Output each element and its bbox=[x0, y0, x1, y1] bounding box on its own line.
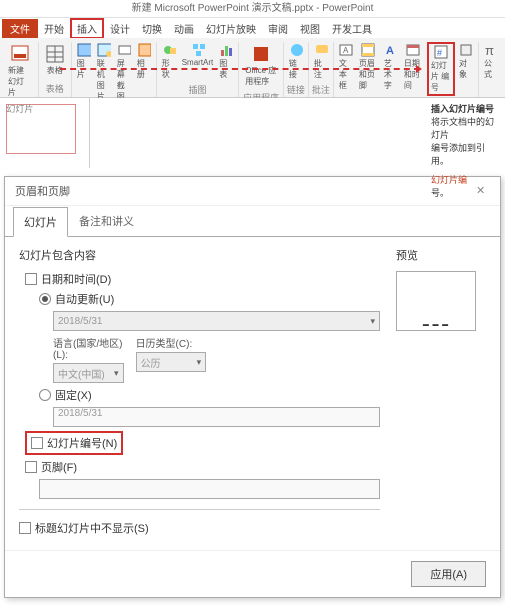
tab-design[interactable]: 设计 bbox=[104, 19, 136, 38]
link-button[interactable]: 链接 bbox=[287, 42, 305, 81]
link-icon bbox=[289, 43, 303, 57]
auto-update-label: 自动更新(U) bbox=[55, 291, 114, 307]
comment-icon bbox=[314, 43, 328, 57]
object-button[interactable]: 对象 bbox=[457, 42, 475, 96]
tutorial-arrow bbox=[60, 68, 420, 70]
dialog-title: 页眉和页脚 bbox=[15, 183, 70, 199]
header-footer-dialog: 页眉和页脚 ✕ 幻灯片 备注和讲义 幻灯片包含内容 日期和时间(D) 自动更新(… bbox=[4, 176, 501, 598]
pictures-button[interactable]: 图片 bbox=[75, 42, 93, 103]
auto-update-radio[interactable] bbox=[39, 293, 51, 305]
header-footer-icon bbox=[361, 43, 375, 57]
ribbon-tabs: 文件 开始 插入 设计 切换 动画 幻灯片放映 审阅 视图 开发工具 bbox=[0, 18, 505, 38]
online-picture-icon bbox=[97, 43, 111, 57]
chart-icon bbox=[219, 43, 233, 57]
footer-label: 页脚(F) bbox=[41, 459, 77, 475]
tab-dev[interactable]: 开发工具 bbox=[326, 19, 378, 38]
fixed-radio[interactable] bbox=[39, 389, 51, 401]
svg-text:A: A bbox=[386, 45, 394, 57]
tab-slide[interactable]: 幻灯片 bbox=[13, 207, 68, 237]
screenshot-icon bbox=[117, 43, 131, 57]
language-combo[interactable]: 中文(中国) bbox=[53, 363, 124, 383]
section-label: 幻灯片包含内容 bbox=[19, 247, 380, 263]
shapes-button[interactable]: 形状 bbox=[160, 42, 178, 81]
language-label: 语言(国家/地区)(L): bbox=[53, 335, 124, 361]
smartart-icon bbox=[191, 43, 205, 57]
ribbon: 新建 幻灯片 幻灯片 表格 表格 图片 联 bbox=[0, 38, 505, 98]
calendar-label: 日历类型(C): bbox=[136, 335, 207, 350]
online-pictures-button[interactable]: 联机图片 bbox=[95, 42, 113, 103]
album-button[interactable]: 相册 bbox=[135, 42, 153, 103]
window-title: 新建 Microsoft PowerPoint 演示文稿.pptx - Powe… bbox=[0, 0, 505, 18]
preview-label: 预览 bbox=[396, 247, 486, 263]
table-button[interactable]: 表格 bbox=[42, 42, 68, 80]
tab-animations[interactable]: 动画 bbox=[168, 19, 200, 38]
wordart-icon: A bbox=[384, 43, 398, 57]
preview-thumbnail bbox=[396, 271, 476, 331]
tab-slideshow[interactable]: 幻灯片放映 bbox=[200, 19, 262, 38]
slide-number-label: 幻灯片编号(N) bbox=[47, 435, 117, 451]
calendar-combo[interactable]: 公历 bbox=[136, 352, 207, 372]
comment-button[interactable]: 批注 bbox=[312, 42, 330, 81]
chart-button[interactable]: 图表 bbox=[217, 42, 235, 81]
workarea: 插入幻灯片编号 将示文档中的幻灯片 编号添加到引用。 幻灯片编 号。 bbox=[0, 98, 505, 168]
datetime-icon bbox=[406, 43, 420, 57]
tab-notes[interactable]: 备注和讲义 bbox=[68, 206, 145, 236]
footer-checkbox[interactable] bbox=[25, 461, 37, 473]
slide-number-button[interactable]: # 幻灯片 编号 bbox=[427, 42, 455, 96]
office-icon bbox=[251, 44, 271, 64]
screenshot-button[interactable]: 屏幕截图 bbox=[115, 42, 133, 103]
addins-button[interactable]: Office 应用程序 bbox=[242, 42, 280, 89]
tab-home[interactable]: 开始 bbox=[38, 19, 70, 38]
apply-button[interactable]: 应用(A) bbox=[411, 561, 486, 587]
new-slide-button[interactable]: 新建 幻灯片 bbox=[5, 42, 35, 100]
equation-button[interactable]: π 公式 bbox=[482, 42, 500, 97]
footer-input[interactable] bbox=[39, 479, 380, 499]
picture-icon bbox=[77, 43, 91, 57]
fixed-label: 固定(X) bbox=[55, 387, 92, 403]
album-icon bbox=[137, 43, 151, 57]
object-icon bbox=[459, 43, 473, 57]
file-tab[interactable]: 文件 bbox=[2, 19, 38, 38]
datetime-checkbox[interactable] bbox=[25, 273, 37, 285]
svg-text:A: A bbox=[343, 46, 349, 55]
svg-text:π: π bbox=[485, 43, 494, 57]
shapes-icon bbox=[162, 43, 176, 57]
tab-transitions[interactable]: 切换 bbox=[136, 19, 168, 38]
fixed-date-input[interactable]: 2018/5/31 bbox=[53, 407, 380, 427]
slide-canvas: 插入幻灯片编号 将示文档中的幻灯片 编号添加到引用。 幻灯片编 号。 bbox=[90, 98, 505, 168]
table-icon bbox=[45, 44, 65, 64]
datetime-label: 日期和时间(D) bbox=[41, 271, 111, 287]
smartart-button[interactable]: SmartArt bbox=[180, 42, 216, 81]
slide-number-checkbox[interactable] bbox=[31, 437, 43, 449]
tab-insert[interactable]: 插入 bbox=[70, 18, 104, 39]
hide-on-title-label: 标题幻灯片中不显示(S) bbox=[35, 520, 149, 536]
date-format-combo[interactable]: 2018/5/31 bbox=[53, 311, 380, 331]
hide-on-title-checkbox[interactable] bbox=[19, 522, 31, 534]
svg-text:#: # bbox=[437, 48, 442, 58]
textbox-icon: A bbox=[339, 43, 353, 57]
slide-number-icon: # bbox=[434, 45, 448, 59]
tab-review[interactable]: 审阅 bbox=[262, 19, 294, 38]
equation-icon: π bbox=[484, 43, 498, 57]
new-slide-icon bbox=[10, 44, 30, 64]
tooltip-hint: 插入幻灯片编号 将示文档中的幻灯片 编号添加到引用。 幻灯片编 号。 bbox=[431, 102, 501, 199]
tab-view[interactable]: 视图 bbox=[294, 19, 326, 38]
